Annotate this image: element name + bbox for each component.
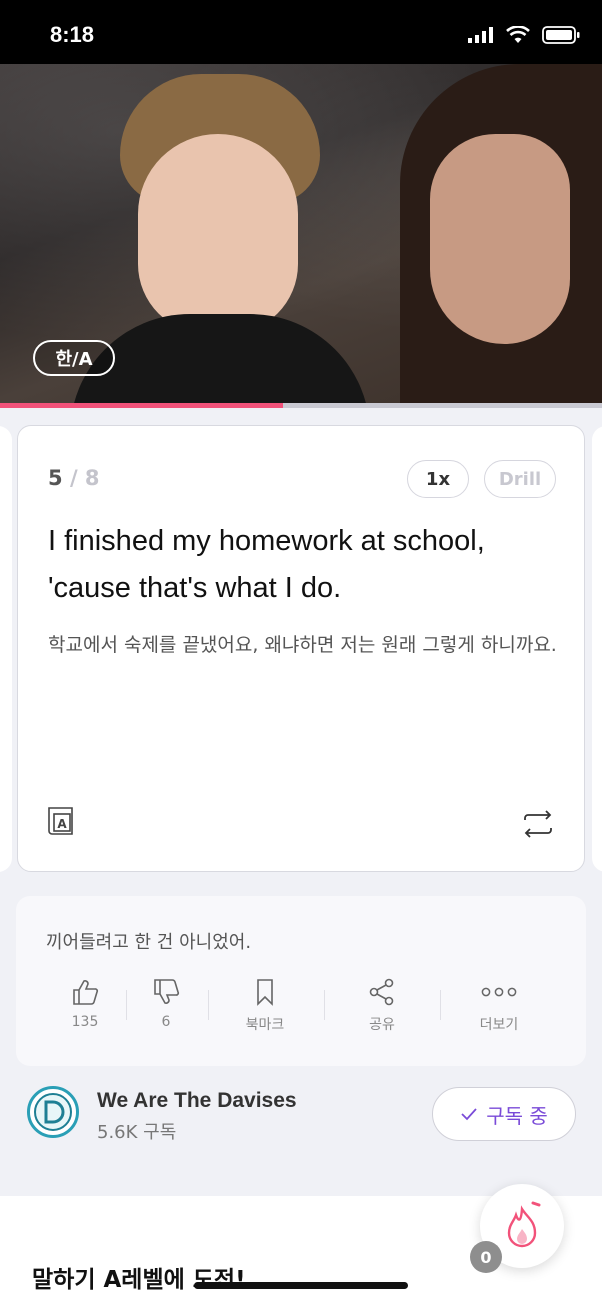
wifi-icon <box>506 26 530 43</box>
english-sentence: I finished my homework at school, 'cause… <box>48 518 558 612</box>
subscribe-button[interactable]: 구독 중 <box>432 1087 576 1141</box>
sentence-card: 5 / 8 1x Drill I finished my homework at… <box>17 425 585 872</box>
counter-total: / 8 <box>69 466 100 490</box>
language-toggle-button[interactable]: 한/A <box>33 340 115 376</box>
share-icon <box>369 978 394 1006</box>
channel-subscribers: 5.6K 구독 <box>97 1122 177 1143</box>
bookmark-button[interactable]: 북마크 <box>225 978 305 1034</box>
repeat-icon[interactable] <box>521 810 555 838</box>
video-progress-bar[interactable] <box>0 403 602 408</box>
streak-count-badge: 0 <box>470 1241 502 1273</box>
like-button[interactable]: 135 <box>45 978 125 1030</box>
thumbs-down-icon <box>154 979 180 1004</box>
video-person-face <box>430 134 570 344</box>
sentence-counter: 5 / 8 <box>48 466 100 490</box>
share-label: 공유 <box>369 1017 395 1033</box>
dislike-count: 6 <box>161 1014 171 1030</box>
signal-icon <box>468 27 493 43</box>
check-icon <box>461 1108 477 1121</box>
channel-name[interactable]: We Are The Davises <box>97 1089 297 1113</box>
drill-button[interactable]: Drill <box>484 460 556 498</box>
status-bar: 8:18 <box>0 0 602 64</box>
like-count: 135 <box>71 1014 99 1030</box>
fire-icon <box>507 1201 541 1248</box>
comment-text: 끼어들려고 한 건 아니었어. <box>46 932 252 953</box>
comment-card: 끼어들려고 한 건 아니었어. 135 6 북마크 공유 더보기 <box>16 896 586 1066</box>
korean-translation: 학교에서 숙제를 끝냈어요, 왜냐하면 저는 원래 그렇게 하니까요. <box>48 634 557 656</box>
channel-logo[interactable] <box>27 1086 79 1138</box>
status-time: 8:18 <box>50 22 95 47</box>
action-bar: 135 6 북마크 공유 더보기 <box>16 978 586 1048</box>
counter-current: 5 <box>48 466 63 490</box>
svg-text:A: A <box>57 817 67 831</box>
channel-row: We Are The Davises 5.6K 구독 구독 중 <box>0 1080 602 1150</box>
playback-speed-button[interactable]: 1x <box>407 460 469 498</box>
action-separator <box>208 990 209 1020</box>
action-separator <box>440 990 441 1020</box>
more-button[interactable]: 더보기 <box>459 978 539 1034</box>
subscribe-label: 구독 중 <box>486 1103 548 1128</box>
sentence-line-1: I finished my homework at school, <box>48 525 485 557</box>
more-icon <box>481 987 517 997</box>
dictionary-icon[interactable]: A <box>46 806 76 836</box>
dislike-button[interactable]: 6 <box>126 978 206 1030</box>
battery-icon <box>542 26 580 44</box>
next-card-peek[interactable] <box>592 426 602 872</box>
action-separator <box>324 990 325 1020</box>
status-icons <box>468 26 580 44</box>
video-person-face <box>138 134 298 334</box>
thumbs-up-icon <box>73 980 99 1005</box>
home-indicator[interactable] <box>194 1282 408 1289</box>
more-label: 더보기 <box>479 1017 519 1033</box>
previous-card-peek[interactable] <box>0 426 12 872</box>
video-progress-fill <box>0 403 283 408</box>
share-button[interactable]: 공유 <box>342 978 422 1034</box>
sentence-line-2: 'cause that's what I do. <box>48 572 342 604</box>
channel-logo-icon <box>34 1093 72 1131</box>
bookmark-icon <box>257 979 273 1006</box>
bookmark-label: 북마크 <box>245 1017 285 1033</box>
